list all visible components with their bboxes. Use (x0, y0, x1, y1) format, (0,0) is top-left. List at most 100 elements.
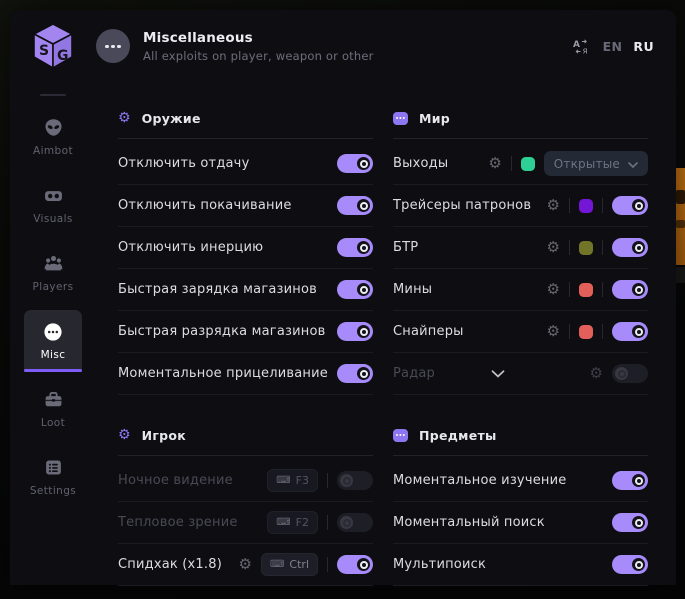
row-controls (612, 555, 648, 574)
color-swatch[interactable] (521, 157, 535, 171)
color-swatch[interactable] (579, 241, 593, 255)
toggle-knob (357, 199, 370, 212)
color-swatch[interactable] (579, 283, 593, 297)
separator (569, 198, 570, 213)
row-controls: ⚙ (590, 364, 648, 383)
toggle[interactable] (612, 513, 648, 532)
row-controls: ⚙ ⌨Ctrl (239, 553, 373, 576)
lang-ru-button[interactable]: RU (633, 39, 654, 54)
toggle[interactable] (612, 471, 648, 490)
gear-icon[interactable]: ⚙ (488, 156, 501, 171)
keybind-label: Ctrl (289, 558, 309, 571)
gear-icon[interactable]: ⚙ (547, 198, 560, 213)
svg-text:я: я (582, 46, 587, 55)
toggle[interactable] (337, 238, 373, 257)
row-controls: ⌨F3 (267, 469, 373, 492)
setting-row: Отключить инерцию (118, 227, 373, 269)
toggle[interactable] (612, 555, 648, 574)
toggle[interactable] (337, 513, 373, 532)
logo-cube-icon: S G (30, 22, 76, 70)
toggle[interactable] (337, 471, 373, 490)
keyboard-icon: ⌨ (276, 476, 290, 486)
sidebar-item-misc[interactable]: Misc (24, 310, 82, 372)
ellipsis-circle-icon (43, 322, 63, 342)
toggle[interactable] (612, 280, 648, 299)
row-controls (337, 196, 373, 215)
keybind-badge[interactable]: ⌨F3 (267, 469, 318, 492)
toggle-knob (357, 367, 370, 380)
setting-row: БТР⚙ (393, 227, 648, 269)
section-divider (393, 455, 648, 456)
sidebar-item-settings[interactable]: Settings (24, 446, 82, 508)
briefcase-icon (44, 390, 63, 410)
section-divider (118, 138, 373, 139)
toggle[interactable] (612, 322, 648, 341)
toggle-knob (357, 283, 370, 296)
gear-icon[interactable]: ⚙ (547, 240, 560, 255)
toggle[interactable] (337, 280, 373, 299)
toggle-knob (632, 199, 645, 212)
section-chat-icon (393, 112, 408, 125)
setting-label: Моментальный поиск (393, 515, 545, 530)
toggle-knob (340, 516, 353, 529)
separator (327, 557, 328, 572)
lang-en-button[interactable]: EN (603, 39, 623, 54)
separator (602, 198, 603, 213)
setting-label: Мины (393, 282, 432, 297)
vr-goggles-icon (44, 186, 63, 206)
separator (602, 240, 603, 255)
setting-label: Быстрая зарядка магазинов (118, 282, 317, 297)
section-title: Игрок (142, 428, 187, 443)
dropdown[interactable]: Открытые (544, 151, 648, 176)
sidebar-item-visuals[interactable]: Visuals (24, 174, 82, 236)
setting-row: Тепловое зрение⌨F2 (118, 502, 373, 544)
row-controls (337, 280, 373, 299)
section-header: ⚙Игрок (118, 423, 373, 447)
top-bar: S G Miscellaneous All exploits on player… (10, 10, 676, 82)
setting-label: Мультипоиск (393, 557, 486, 572)
separator (602, 282, 603, 297)
toggle[interactable] (612, 196, 648, 215)
gear-icon[interactable]: ⚙ (547, 282, 560, 297)
gear-icon[interactable]: ⚙ (239, 557, 252, 572)
sidebar-item-players[interactable]: Players (24, 242, 82, 304)
section-divider (118, 455, 373, 456)
toggle[interactable] (337, 322, 373, 341)
toggle[interactable] (612, 238, 648, 257)
setting-label: Быстрая разрядка магазинов (118, 324, 325, 339)
toggle[interactable] (337, 196, 373, 215)
setting-row: Моментальный поиск (393, 502, 648, 544)
toggle[interactable] (337, 364, 373, 383)
section-header: Мир (393, 106, 648, 130)
sidebar-item-label: Misc (41, 349, 66, 361)
color-swatch[interactable] (579, 325, 593, 339)
section-gear-icon: ⚙ (118, 111, 131, 125)
keybind-badge[interactable]: ⌨Ctrl (261, 553, 318, 576)
sidebar-item-label: Aimbot (33, 145, 73, 157)
color-swatch[interactable] (579, 199, 593, 213)
keybind-badge[interactable]: ⌨F2 (267, 511, 318, 534)
setting-label: Отключить отдачу (118, 156, 249, 171)
gear-icon[interactable]: ⚙ (590, 366, 603, 381)
row-controls: ⌨F2 (267, 511, 373, 534)
dropdown-value: Открытые (554, 157, 620, 171)
row-controls (337, 322, 373, 341)
separator (602, 324, 603, 339)
cheat-menu-window: S G Miscellaneous All exploits on player… (10, 10, 676, 585)
setting-label: Ночное видение (118, 473, 233, 488)
settings-list-icon (44, 458, 63, 478)
gear-icon[interactable]: ⚙ (547, 324, 560, 339)
toggle[interactable] (337, 555, 373, 574)
setting-row: Радар⚙ (393, 353, 648, 395)
row-controls: ⚙ (547, 280, 648, 299)
setting-label: Моментальное прицеливание (118, 366, 328, 381)
sidebar-item-aimbot[interactable]: Aimbot (24, 106, 82, 168)
sidebar-item-loot[interactable]: Loot (24, 378, 82, 440)
translate-icon[interactable]: A я (572, 38, 592, 55)
expand-chevron-down-icon[interactable] (491, 370, 505, 378)
toggle-knob (357, 241, 370, 254)
toggle[interactable] (612, 364, 648, 383)
toggle-knob (357, 558, 370, 571)
separator (569, 282, 570, 297)
toggle[interactable] (337, 154, 373, 173)
